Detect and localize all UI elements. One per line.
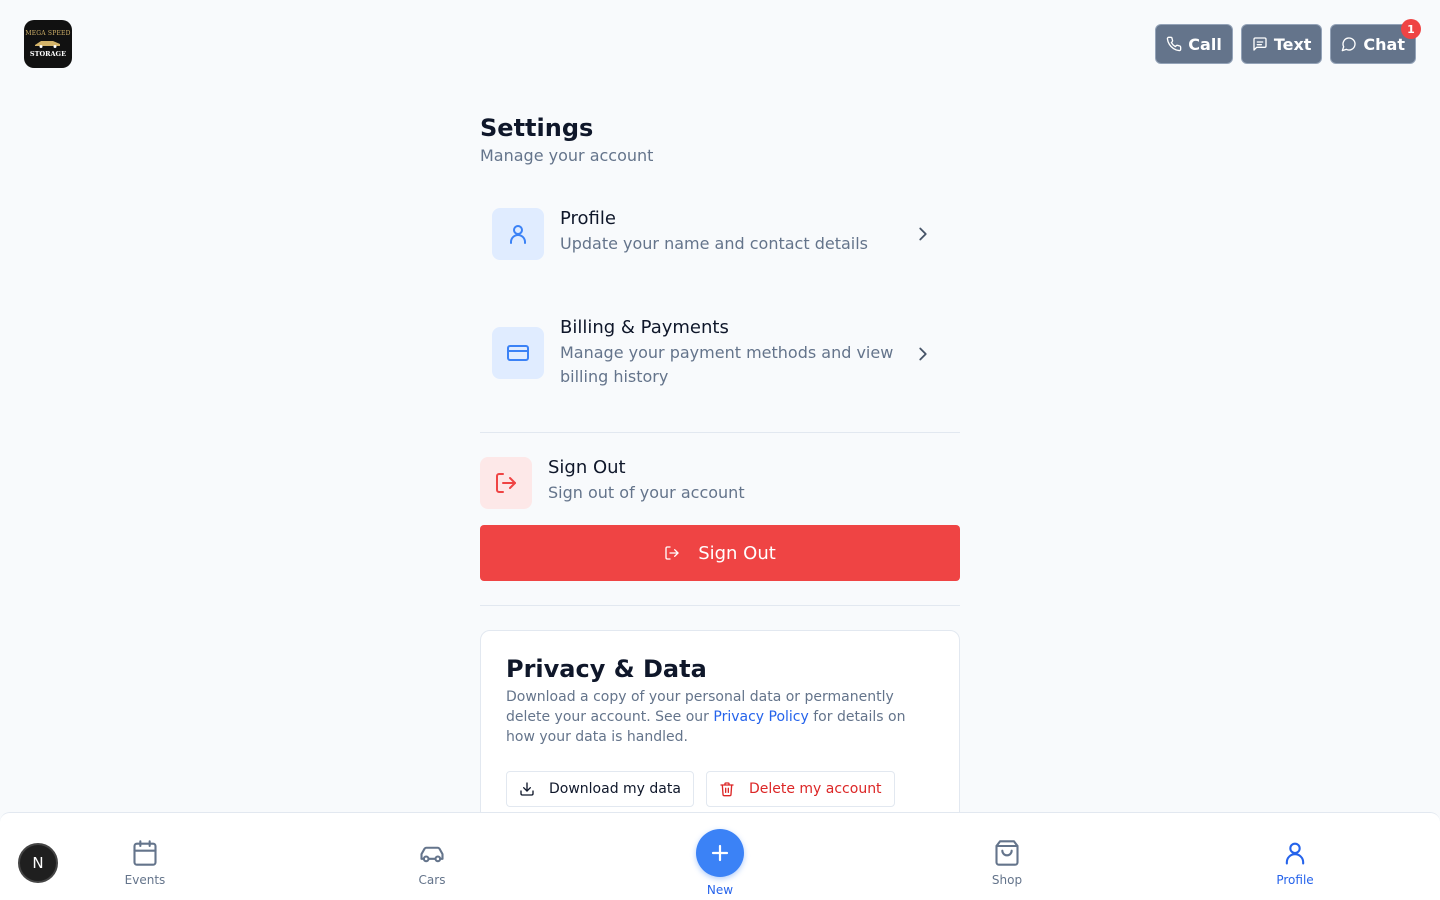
nav-item-profile[interactable]: Profile: [1255, 839, 1335, 887]
signout-description: Sign out of your account: [548, 483, 745, 502]
billing-description: Manage your payment methods and view bil…: [560, 343, 894, 386]
settings-item-profile[interactable]: Profile Update your name and contact det…: [492, 208, 948, 260]
chevron-right-icon: [919, 347, 927, 361]
chevron-right-icon: [919, 227, 927, 241]
log-out-icon: [665, 546, 679, 560]
delete-account-label: Delete my account: [748, 781, 882, 797]
new-button[interactable]: [696, 829, 744, 877]
download-icon: [520, 782, 534, 796]
shopping-bag-icon: [995, 840, 1019, 866]
nav-label-cars: Cars: [418, 873, 446, 887]
chat-bubble-icon: [1342, 37, 1357, 52]
profile-description: Update your name and contact details: [560, 234, 869, 253]
billing-title: Billing & Payments: [560, 317, 729, 338]
car-icon: [420, 846, 444, 863]
sign-out-label: Sign Out: [698, 542, 776, 564]
chat-button[interactable]: Chat 1: [1330, 19, 1421, 64]
call-label: Call: [1188, 34, 1222, 54]
logo-text-bottom: STORAGE: [29, 50, 67, 58]
plus-icon: [711, 844, 729, 862]
profile-title: Profile: [560, 208, 616, 229]
nav-label-profile: Profile: [1276, 873, 1314, 887]
text-label: Text: [1273, 34, 1312, 54]
avatar[interactable]: N: [18, 843, 58, 883]
chat-label: Chat: [1363, 34, 1405, 54]
text-button[interactable]: Text: [1240, 24, 1323, 64]
nav-item-shop[interactable]: Shop: [967, 839, 1047, 887]
download-data-button[interactable]: Download my data: [506, 771, 694, 807]
page-title: Settings: [480, 114, 594, 142]
nav-label-shop: Shop: [991, 873, 1023, 887]
billing-icon-box: [492, 327, 544, 379]
settings-item-billing[interactable]: Billing & Payments Manage your payment m…: [492, 317, 948, 389]
section-divider: [480, 605, 960, 606]
credit-card-icon: [507, 345, 529, 361]
signout-icon-box: [480, 457, 532, 509]
nav-item-events[interactable]: Events: [105, 839, 185, 887]
signout-title: Sign Out: [548, 457, 626, 478]
profile-icon-box: [492, 208, 544, 260]
nav-label-new: New: [706, 883, 734, 897]
car-icon: [35, 41, 60, 48]
message-square-icon: [1253, 37, 1267, 51]
sign-out-button[interactable]: Sign Out: [480, 525, 960, 581]
page-subtitle: Manage your account: [480, 146, 654, 165]
settings-item-signout: Sign Out Sign out of your account: [480, 457, 936, 509]
contact-actions: Call Text Chat 1: [1155, 19, 1421, 64]
delete-account-button[interactable]: Delete my account: [705, 771, 895, 807]
privacy-data-card: Privacy & Data Download a copy of your p…: [480, 630, 960, 830]
nav-item-cars[interactable]: Cars: [392, 839, 472, 887]
log-out-icon: [496, 473, 516, 493]
nav-item-new[interactable]: New: [680, 829, 760, 897]
settings-panel: Settings Manage your account Profile Upd…: [480, 112, 960, 830]
section-divider: [480, 432, 960, 433]
chat-unread-badge: 1: [1401, 19, 1421, 39]
user-icon: [510, 225, 526, 244]
user-icon: [1285, 842, 1305, 865]
trash-icon: [720, 782, 734, 797]
nav-label-events: Events: [124, 873, 166, 887]
privacy-policy-link[interactable]: Privacy Policy: [713, 709, 808, 725]
call-button[interactable]: Call: [1155, 24, 1233, 64]
logo-text-top: MEGA SPEED: [25, 30, 71, 37]
privacy-title: Privacy & Data: [506, 655, 707, 683]
calendar-icon: [133, 840, 157, 866]
download-data-label: Download my data: [549, 781, 681, 797]
app-logo[interactable]: MEGA SPEED STORAGE: [24, 20, 72, 68]
phone-icon: [1167, 36, 1182, 52]
privacy-description: Download a copy of your personal data or…: [506, 687, 934, 747]
bottom-navigation: N Events Cars New Shop Profile: [0, 812, 1440, 900]
